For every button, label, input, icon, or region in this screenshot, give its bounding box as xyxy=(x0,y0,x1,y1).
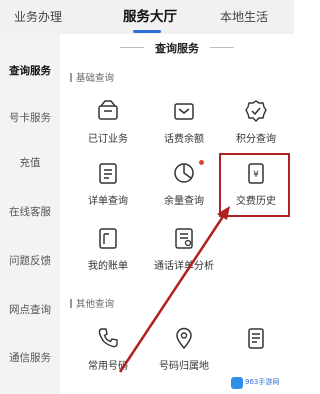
annotation-arrow xyxy=(118,206,230,373)
watermark-logo xyxy=(231,377,243,389)
watermark-text: 963手游网 xyxy=(245,378,280,386)
watermark: 963手游网 xyxy=(231,376,291,390)
